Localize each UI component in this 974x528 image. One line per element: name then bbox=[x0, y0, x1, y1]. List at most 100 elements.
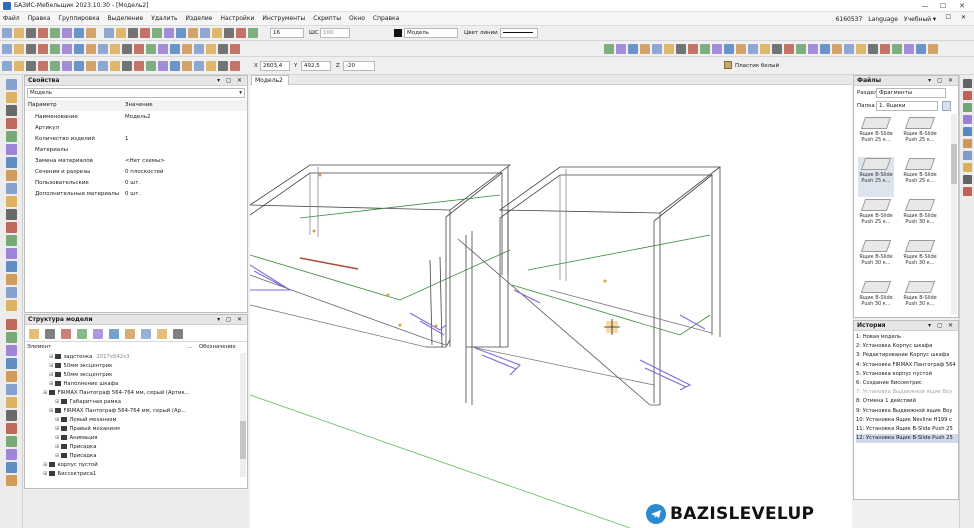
language-menu[interactable]: Language bbox=[868, 16, 898, 23]
file-thumbnail[interactable]: Ящик B-Slide Push 25 к... bbox=[902, 116, 938, 156]
left-tool-icon[interactable] bbox=[6, 449, 17, 460]
tool-button-icon[interactable] bbox=[62, 28, 72, 38]
panel-pin-close[interactable]: ▾ ◻ ✕ bbox=[217, 76, 244, 86]
left-tool-icon[interactable] bbox=[6, 261, 17, 272]
file-thumbnail[interactable]: Ящик B-Slide Push 25 к... bbox=[902, 157, 938, 197]
left-tool-icon[interactable] bbox=[6, 358, 17, 369]
tree-expander-icon[interactable]: ⊞ bbox=[49, 363, 53, 369]
menu-item-9[interactable]: Окно bbox=[345, 12, 369, 26]
tool-button-icon[interactable] bbox=[26, 28, 36, 38]
tool-button-icon[interactable] bbox=[206, 61, 216, 71]
right-tool-icon[interactable] bbox=[963, 103, 972, 112]
tool-button-icon[interactable] bbox=[808, 44, 818, 54]
tool-button-icon[interactable] bbox=[146, 61, 156, 71]
structure-tool-icon[interactable] bbox=[141, 329, 151, 339]
tree-expander-icon[interactable]: ⊞ bbox=[43, 390, 47, 396]
right-tool-icon[interactable] bbox=[963, 139, 972, 148]
left-tool-icon[interactable] bbox=[6, 118, 17, 129]
tool-button-icon[interactable] bbox=[628, 44, 638, 54]
tree-item[interactable]: ⊞ Биссектриса1 bbox=[43, 470, 96, 479]
scroll-thumb[interactable] bbox=[240, 421, 246, 459]
right-tool-icon[interactable] bbox=[963, 127, 972, 136]
tool-button-icon[interactable] bbox=[688, 44, 698, 54]
history-item[interactable]: 4: Установка FIRMAX Пантограф 564 bbox=[856, 361, 958, 370]
tab-model2[interactable]: Модель2 bbox=[251, 75, 289, 85]
left-tool-icon[interactable] bbox=[6, 332, 17, 343]
file-thumbnail[interactable]: Ящик B-Slide Push 30 к... bbox=[858, 239, 894, 279]
tree-item[interactable]: ⊞ 50мм эксцентрик bbox=[49, 371, 112, 380]
tool-button-icon[interactable] bbox=[116, 28, 126, 38]
tool-button-icon[interactable] bbox=[712, 44, 722, 54]
left-tool-icon[interactable] bbox=[6, 248, 17, 259]
history-item[interactable]: 11: Установка Ящик B-Slide Push 25 bbox=[856, 425, 958, 434]
tree-expander-icon[interactable]: ⊞ bbox=[55, 426, 59, 432]
property-row[interactable]: Пользовательские 0 шт. bbox=[25, 178, 247, 189]
tool-button-icon[interactable] bbox=[176, 28, 186, 38]
tool-button-icon[interactable] bbox=[152, 28, 162, 38]
property-row[interactable]: Наименование Модель2 bbox=[25, 112, 247, 123]
tool-button-icon[interactable] bbox=[62, 61, 72, 71]
tree-item[interactable]: ⊞ Наполнение шкафа bbox=[49, 380, 118, 389]
menu-item-0[interactable]: Файл bbox=[0, 12, 24, 26]
left-tool-icon[interactable] bbox=[6, 274, 17, 285]
tool-button-icon[interactable] bbox=[110, 44, 120, 54]
tree-item[interactable]: ⊞ корпус пустой bbox=[43, 461, 98, 470]
tool-button-icon[interactable] bbox=[14, 61, 24, 71]
line-width-select[interactable]: 16 bbox=[270, 28, 304, 38]
tool-button-icon[interactable] bbox=[616, 44, 626, 54]
tool-button-icon[interactable] bbox=[146, 44, 156, 54]
menu-item-4[interactable]: Удалить bbox=[147, 12, 181, 26]
left-tool-icon[interactable] bbox=[6, 300, 17, 311]
tool-button-icon[interactable] bbox=[928, 44, 938, 54]
structure-tool-icon[interactable] bbox=[93, 329, 103, 339]
tree-expander-icon[interactable]: ⊞ bbox=[55, 453, 59, 459]
tool-button-icon[interactable] bbox=[98, 61, 108, 71]
tool-button-icon[interactable] bbox=[26, 44, 36, 54]
tool-button-icon[interactable] bbox=[760, 44, 770, 54]
tree-item[interactable]: ⊞ FIRMAX Пантограф 564-764 мм, серый (Ар.… bbox=[49, 407, 186, 416]
menu-item-5[interactable]: Изделие bbox=[182, 12, 217, 26]
panel-pin-close[interactable]: ▾ ◻ ✕ bbox=[928, 321, 955, 331]
menu-item-10[interactable]: Справка bbox=[369, 12, 403, 26]
close-button[interactable]: ✕ bbox=[955, 1, 969, 11]
tree-item[interactable]: ⊞ Присадка bbox=[55, 452, 97, 461]
left-tool-icon[interactable] bbox=[6, 235, 17, 246]
tool-button-icon[interactable] bbox=[194, 44, 204, 54]
menu-item-3[interactable]: Выделение bbox=[104, 12, 148, 26]
left-tool-icon[interactable] bbox=[6, 157, 17, 168]
left-tool-icon[interactable] bbox=[6, 105, 17, 116]
3d-viewport[interactable] bbox=[250, 85, 852, 528]
maximize-button[interactable]: ☐ bbox=[936, 1, 950, 11]
left-tool-icon[interactable] bbox=[6, 371, 17, 382]
menu-item-6[interactable]: Настройки bbox=[216, 12, 258, 26]
panel-pin-close[interactable]: ▾ ◻ ✕ bbox=[928, 76, 955, 86]
files-scrollbar[interactable] bbox=[951, 114, 957, 314]
right-tool-icon[interactable] bbox=[963, 187, 972, 196]
tree-item[interactable]: ⊞ Присадка bbox=[55, 443, 97, 452]
tool-button-icon[interactable] bbox=[50, 44, 60, 54]
tool-button-icon[interactable] bbox=[248, 28, 258, 38]
history-item[interactable]: 12: Установка Ящик B-Slide Push 25 bbox=[856, 434, 958, 444]
tool-button-icon[interactable] bbox=[86, 44, 96, 54]
scroll-thumb[interactable] bbox=[951, 144, 957, 184]
tree-expander-icon[interactable]: ⊞ bbox=[49, 372, 53, 378]
left-tool-icon[interactable] bbox=[6, 475, 17, 486]
coord-x-input[interactable]: 2603,4 bbox=[260, 61, 290, 71]
tool-button-icon[interactable] bbox=[212, 28, 222, 38]
menu-item-1[interactable]: Правка bbox=[24, 12, 55, 26]
tool-button-icon[interactable] bbox=[86, 61, 96, 71]
tool-button-icon[interactable] bbox=[218, 61, 228, 71]
tool-button-icon[interactable] bbox=[236, 28, 246, 38]
tool-button-icon[interactable] bbox=[62, 44, 72, 54]
tool-button-icon[interactable] bbox=[724, 44, 734, 54]
tool-button-icon[interactable] bbox=[832, 44, 842, 54]
right-tool-icon[interactable] bbox=[963, 79, 972, 88]
tool-button-icon[interactable] bbox=[50, 28, 60, 38]
tool-button-icon[interactable] bbox=[74, 28, 84, 38]
property-row[interactable]: Артикул bbox=[25, 123, 247, 134]
menu-item-2[interactable]: Группировка bbox=[54, 12, 103, 26]
file-thumbnail[interactable]: Ящик B-Slide Push 30 к... bbox=[902, 198, 938, 238]
tool-button-icon[interactable] bbox=[230, 61, 240, 71]
structure-tool-icon[interactable] bbox=[157, 329, 167, 339]
structure-tool-icon[interactable] bbox=[125, 329, 135, 339]
